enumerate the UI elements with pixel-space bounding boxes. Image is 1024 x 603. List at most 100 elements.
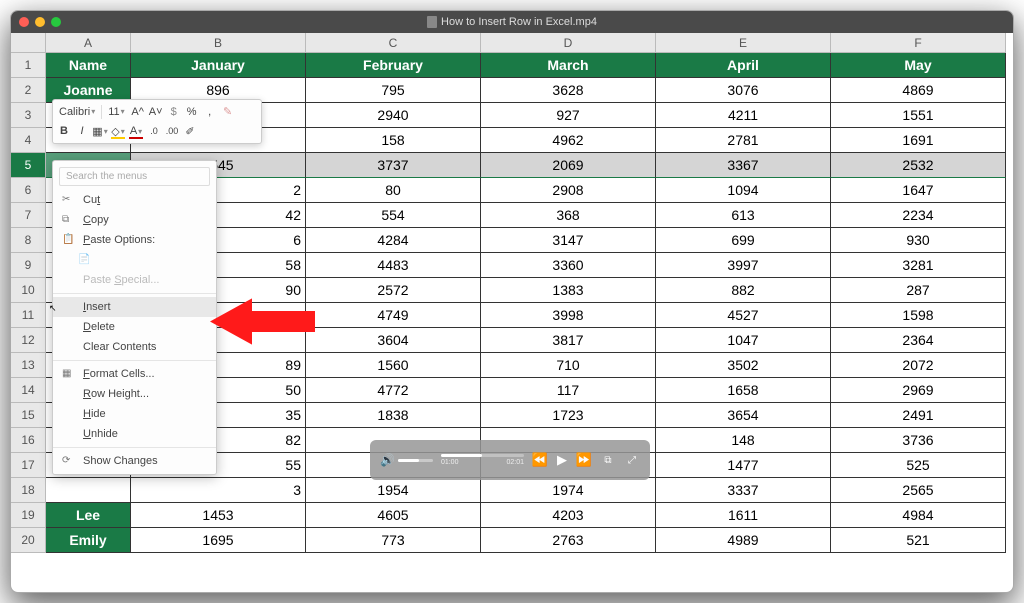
data-cell[interactable]: 2069 [481, 153, 656, 178]
data-cell[interactable]: 1647 [831, 178, 1006, 203]
data-cell[interactable]: 1954 [306, 478, 481, 503]
data-cell[interactable]: 2781 [656, 128, 831, 153]
data-cell[interactable]: 3628 [481, 78, 656, 103]
column-header-E[interactable]: E [656, 33, 831, 53]
row-header-4[interactable]: 4 [11, 128, 46, 153]
menu-item-show-changes[interactable]: ⟳Show Changes [53, 451, 216, 471]
header-cell[interactable]: March [481, 53, 656, 78]
font-color-icon[interactable]: A▾ [129, 124, 143, 138]
row-header-15[interactable]: 15 [11, 403, 46, 428]
row-header-11[interactable]: 11 [11, 303, 46, 328]
menu-item-unhide[interactable]: Unhide [53, 424, 216, 444]
data-cell[interactable]: 1974 [481, 478, 656, 503]
pip-button[interactable]: ⧉ [600, 452, 616, 468]
increase-font-icon[interactable]: A^ [131, 105, 145, 119]
row-header-6[interactable]: 6 [11, 178, 46, 203]
select-all-corner[interactable] [11, 33, 46, 53]
data-cell[interactable]: 521 [831, 528, 1006, 553]
data-cell[interactable]: 4527 [656, 303, 831, 328]
menu-item-clear-contents[interactable]: Clear Contents [53, 337, 216, 357]
data-cell[interactable]: 613 [656, 203, 831, 228]
menu-item-hide[interactable]: Hide [53, 404, 216, 424]
menu-search-input[interactable]: Search the menus [59, 167, 210, 186]
data-cell[interactable]: 3998 [481, 303, 656, 328]
data-cell[interactable]: 2763 [481, 528, 656, 553]
data-cell[interactable]: 117 [481, 378, 656, 403]
accounting-format-icon[interactable]: $ [167, 105, 181, 119]
data-cell[interactable]: 4483 [306, 253, 481, 278]
header-cell[interactable]: Name [46, 53, 131, 78]
play-button[interactable]: ▶ [554, 452, 570, 468]
data-cell[interactable]: 1551 [831, 103, 1006, 128]
data-cell[interactable]: 1598 [831, 303, 1006, 328]
data-cell[interactable]: 4605 [306, 503, 481, 528]
data-cell[interactable]: 80 [306, 178, 481, 203]
data-cell[interactable]: 158 [306, 128, 481, 153]
data-cell[interactable]: 1477 [656, 453, 831, 478]
data-cell[interactable]: 1838 [306, 403, 481, 428]
data-cell[interactable]: 1453 [131, 503, 306, 528]
bold-icon[interactable]: B [57, 124, 71, 138]
header-cell[interactable]: January [131, 53, 306, 78]
row-header-5[interactable]: 5 [11, 153, 46, 178]
data-cell[interactable]: 930 [831, 228, 1006, 253]
data-cell[interactable]: 2940 [306, 103, 481, 128]
fullscreen-button[interactable]: ⤢ [624, 452, 640, 468]
data-cell[interactable]: 3817 [481, 328, 656, 353]
menu-item-cut[interactable]: ✂Cut [53, 190, 216, 210]
data-cell[interactable]: 1658 [656, 378, 831, 403]
menu-item-format-cells-[interactable]: ▦Format Cells... [53, 364, 216, 384]
row-header-12[interactable]: 12 [11, 328, 46, 353]
menu-item-insert[interactable]: ↖Insert [53, 297, 216, 317]
data-cell[interactable]: 368 [481, 203, 656, 228]
row-header-9[interactable]: 9 [11, 253, 46, 278]
data-cell[interactable]: 287 [831, 278, 1006, 303]
progress-slider[interactable] [441, 454, 524, 457]
data-cell[interactable]: 4284 [306, 228, 481, 253]
data-cell[interactable]: 2072 [831, 353, 1006, 378]
data-cell[interactable]: 3076 [656, 78, 831, 103]
forward-button[interactable]: ⏩ [576, 452, 592, 468]
data-cell[interactable]: 4869 [831, 78, 1006, 103]
row-header-19[interactable]: 19 [11, 503, 46, 528]
row-header-7[interactable]: 7 [11, 203, 46, 228]
data-cell[interactable]: 4749 [306, 303, 481, 328]
rewind-button[interactable]: ⏪ [532, 452, 548, 468]
data-cell[interactable]: 4962 [481, 128, 656, 153]
data-cell[interactable]: 3367 [656, 153, 831, 178]
volume-control[interactable]: 🔊 [380, 453, 433, 467]
data-cell[interactable]: 2969 [831, 378, 1006, 403]
data-cell[interactable]: 773 [306, 528, 481, 553]
data-cell[interactable]: 3502 [656, 353, 831, 378]
row-header-18[interactable]: 18 [11, 478, 46, 503]
row-header-8[interactable]: 8 [11, 228, 46, 253]
row-header-3[interactable]: 3 [11, 103, 46, 128]
row-header-2[interactable]: 2 [11, 78, 46, 103]
column-header-C[interactable]: C [306, 33, 481, 53]
column-header-B[interactable]: B [131, 33, 306, 53]
name-cell[interactable] [46, 478, 131, 503]
header-cell[interactable]: May [831, 53, 1006, 78]
italic-icon[interactable]: I [75, 124, 89, 138]
data-cell[interactable]: 2565 [831, 478, 1006, 503]
percent-icon[interactable]: % [185, 105, 199, 119]
data-cell[interactable]: 1611 [656, 503, 831, 528]
font-size-select[interactable]: 11▾ [106, 106, 126, 118]
header-cell[interactable]: February [306, 53, 481, 78]
header-cell[interactable]: April [656, 53, 831, 78]
data-cell[interactable]: 1383 [481, 278, 656, 303]
data-cell[interactable]: 2908 [481, 178, 656, 203]
font-name-select[interactable]: Calibri▾ [57, 106, 97, 118]
data-cell[interactable]: 2572 [306, 278, 481, 303]
row-header-10[interactable]: 10 [11, 278, 46, 303]
menu-item-copy[interactable]: ⧉Copy [53, 210, 216, 230]
borders-icon[interactable]: ▦▾ [93, 124, 107, 138]
data-cell[interactable]: 148 [656, 428, 831, 453]
menu-item-row-height-[interactable]: Row Height... [53, 384, 216, 404]
data-cell[interactable]: 525 [831, 453, 1006, 478]
row-header-17[interactable]: 17 [11, 453, 46, 478]
fill-color-icon[interactable]: ◇▾ [111, 124, 125, 138]
menu-item-delete[interactable]: Delete [53, 317, 216, 337]
column-header-F[interactable]: F [831, 33, 1006, 53]
row-header-13[interactable]: 13 [11, 353, 46, 378]
